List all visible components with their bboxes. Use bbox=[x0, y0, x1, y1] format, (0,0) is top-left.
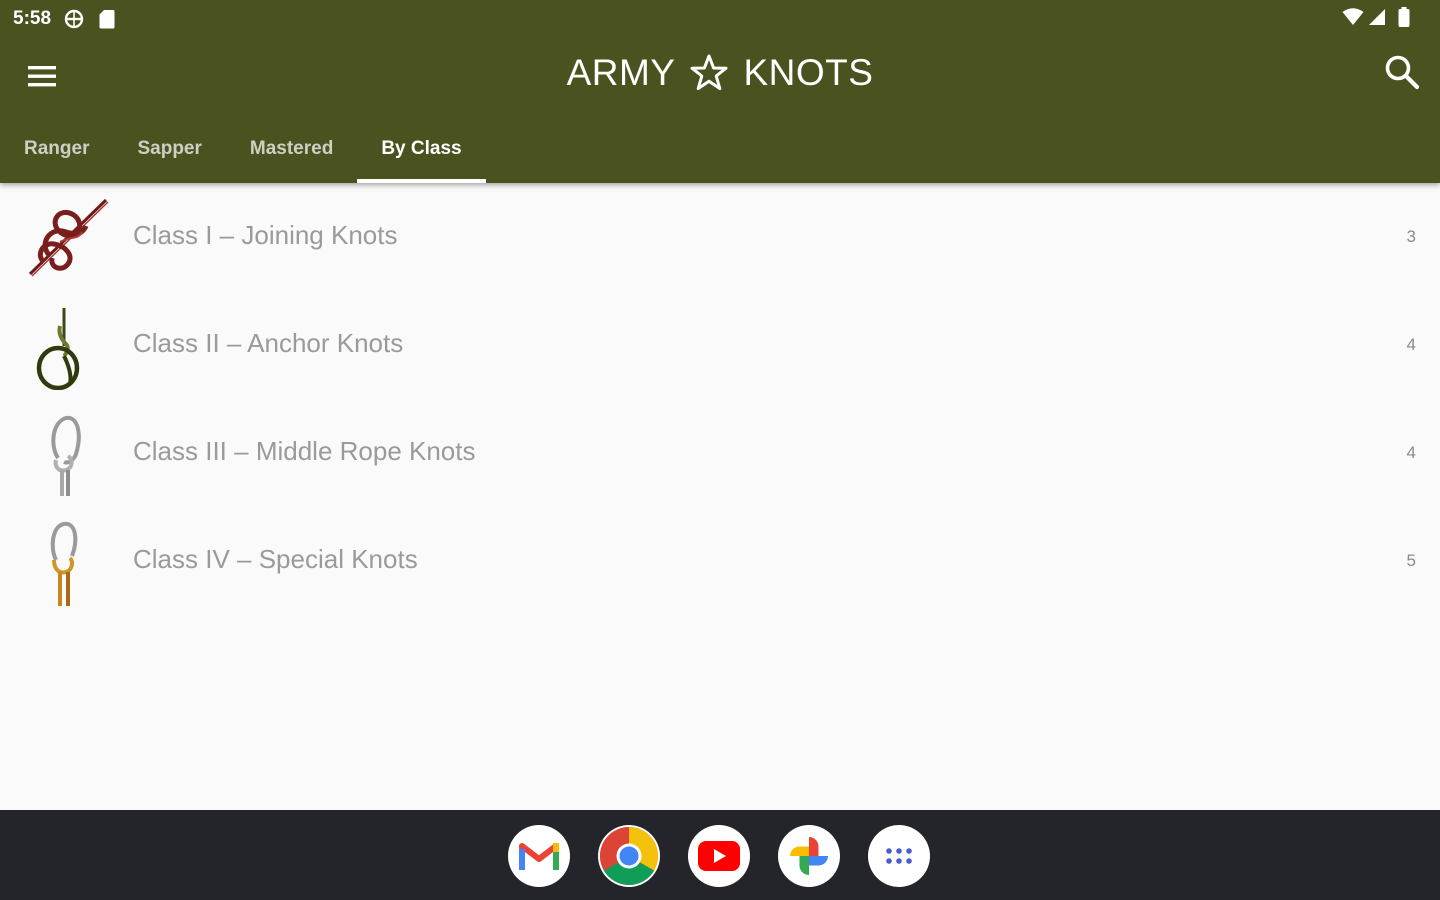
list-item-class-3[interactable]: Class III – Middle Rope Knots 4 bbox=[0, 400, 1440, 508]
battery-icon bbox=[1398, 6, 1410, 32]
sd-card-icon bbox=[99, 9, 115, 29]
app-title-right: KNOTS bbox=[743, 52, 874, 93]
app-screen: 5:58 ARMY KNOTS Ranger Sapper Mastered B… bbox=[0, 0, 1440, 900]
app-title-left: ARMY bbox=[566, 52, 676, 93]
list-item-class-1[interactable]: Class I – Joining Knots 3 bbox=[0, 184, 1440, 292]
dock-apps bbox=[508, 825, 930, 887]
knot-count: 5 bbox=[1406, 551, 1416, 570]
knot-class-list: Class I – Joining Knots 3 Class II – Anc… bbox=[0, 184, 1440, 616]
app-title: ARMY KNOTS bbox=[0, 52, 1440, 94]
class-label: Class IV – Special Knots bbox=[133, 544, 418, 574]
app-drawer-icon[interactable] bbox=[868, 825, 930, 887]
tab-bar: Ranger Sapper Mastered By Class bbox=[0, 114, 486, 183]
vpn-globe-icon bbox=[64, 9, 84, 29]
search-icon[interactable] bbox=[1382, 52, 1422, 92]
tab-by-class[interactable]: By Class bbox=[357, 114, 486, 183]
knot-count: 3 bbox=[1406, 227, 1416, 246]
class-label: Class III – Middle Rope Knots bbox=[133, 436, 476, 466]
tab-label: Sapper bbox=[137, 137, 202, 159]
carabiner-orange-knot-icon bbox=[20, 520, 115, 606]
figure-eight-knot-icon bbox=[20, 196, 115, 282]
gmail-icon[interactable] bbox=[508, 825, 570, 887]
wifi-icon bbox=[1342, 7, 1364, 31]
class-label: Class II – Anchor Knots bbox=[133, 328, 404, 358]
youtube-icon[interactable] bbox=[688, 825, 750, 887]
list-item-class-4[interactable]: Class IV – Special Knots 5 bbox=[0, 508, 1440, 616]
tab-label: Ranger bbox=[24, 137, 90, 159]
star-outline-icon bbox=[689, 53, 729, 93]
knot-count: 4 bbox=[1406, 335, 1416, 354]
class-label: Class I – Joining Knots bbox=[133, 220, 398, 250]
app-header: 5:58 ARMY KNOTS Ranger Sapper Mastered B… bbox=[0, 0, 1440, 183]
knot-count: 4 bbox=[1406, 443, 1416, 462]
app-dock bbox=[0, 810, 1440, 900]
tab-sapper[interactable]: Sapper bbox=[113, 114, 225, 183]
carabiner-gray-knot-icon bbox=[20, 412, 115, 498]
cell-signal-icon bbox=[1368, 8, 1386, 31]
tab-ranger[interactable]: Ranger bbox=[0, 114, 113, 183]
tab-mastered[interactable]: Mastered bbox=[226, 114, 357, 183]
photos-icon[interactable] bbox=[778, 825, 840, 887]
status-bar: 5:58 bbox=[0, 0, 1440, 38]
noose-knot-icon bbox=[20, 304, 115, 391]
status-right-icons bbox=[1342, 6, 1410, 32]
toolbar: ARMY KNOTS bbox=[0, 38, 1440, 114]
tab-label: Mastered bbox=[249, 137, 334, 159]
tab-label: By Class bbox=[381, 137, 462, 159]
list-item-class-2[interactable]: Class II – Anchor Knots 4 bbox=[0, 292, 1440, 400]
chrome-icon[interactable] bbox=[598, 825, 660, 887]
status-time: 5:58 bbox=[13, 8, 52, 29]
